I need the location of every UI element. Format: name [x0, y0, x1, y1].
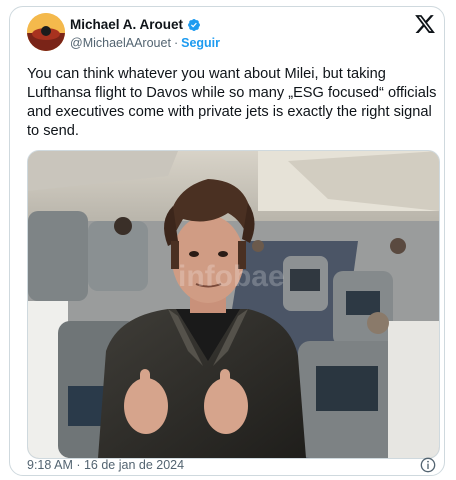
- tweet-timestamp[interactable]: 9:18 AM · 16 de jan de 2024: [27, 458, 184, 472]
- handle-separator: ·: [173, 36, 179, 50]
- author-handle-row: @MichaelAArouet · Seguir: [70, 36, 220, 50]
- avatar-icon: [27, 13, 65, 51]
- x-logo-icon[interactable]: [414, 13, 436, 35]
- avatar[interactable]: [27, 13, 65, 51]
- author-handle[interactable]: @MichaelAArouet: [70, 36, 171, 50]
- tweet-photo[interactable]: infobae: [27, 150, 440, 459]
- airplane-cabin-photo: infobae: [28, 151, 439, 458]
- info-icon[interactable]: [420, 457, 436, 473]
- author-name[interactable]: Michael A. Arouet: [70, 17, 183, 32]
- verified-badge-icon: [188, 18, 201, 31]
- author-name-row: Michael A. Arouet: [70, 17, 201, 32]
- tweet-text: You can think whatever you want about Mi…: [27, 66, 437, 139]
- tweet-card: Michael A. Arouet @MichaelAArouet · Segu…: [9, 6, 445, 476]
- follow-button[interactable]: Seguir: [181, 36, 220, 50]
- svg-text:infobae: infobae: [178, 260, 285, 293]
